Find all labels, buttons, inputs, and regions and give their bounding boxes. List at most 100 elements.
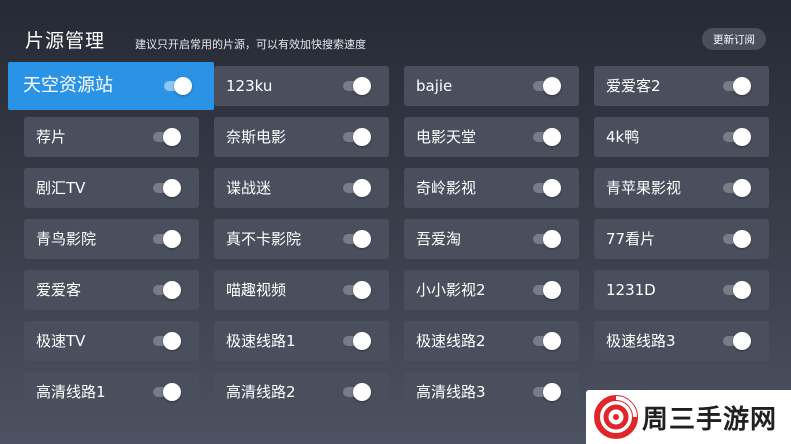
source-item-selected[interactable]: 天空资源站 bbox=[8, 62, 214, 110]
source-toggle[interactable] bbox=[721, 77, 751, 95]
source-toggle[interactable] bbox=[531, 179, 561, 197]
source-item[interactable]: 极速线路3 bbox=[594, 321, 769, 361]
source-item[interactable]: 77看片 bbox=[594, 219, 769, 259]
toggle-knob bbox=[163, 230, 181, 248]
toggle-knob bbox=[733, 332, 751, 350]
source-toggle[interactable] bbox=[151, 332, 181, 350]
source-item[interactable]: 爱爱客 bbox=[24, 270, 199, 310]
source-label: 1231D bbox=[606, 281, 656, 299]
source-toggle[interactable] bbox=[151, 230, 181, 248]
toggle-knob bbox=[163, 383, 181, 401]
source-grid: 天空资源站 123ku bajie 爱爱客2 荐片 奈斯电影 电影天堂 4k鸭剧汇TV 谍战迷 奇… bbox=[0, 0, 791, 444]
source-toggle[interactable] bbox=[721, 179, 751, 197]
watermark-text: 周三手游网 bbox=[642, 405, 778, 435]
source-item[interactable]: 奈斯电影 bbox=[214, 117, 389, 157]
source-item[interactable]: bajie bbox=[404, 66, 579, 106]
source-label: 高清线路1 bbox=[36, 383, 106, 401]
toggle-knob bbox=[163, 128, 181, 146]
toggle-knob bbox=[174, 77, 192, 95]
source-item[interactable]: 吾爱淘 bbox=[404, 219, 579, 259]
source-toggle[interactable] bbox=[151, 383, 181, 401]
toggle-knob bbox=[353, 332, 371, 350]
source-toggle[interactable] bbox=[341, 230, 371, 248]
source-item[interactable]: 真不卡影院 bbox=[214, 219, 389, 259]
source-item[interactable]: 剧汇TV bbox=[24, 168, 199, 208]
toggle-knob bbox=[353, 383, 371, 401]
source-item[interactable]: 电影天堂 bbox=[404, 117, 579, 157]
source-label: 极速TV bbox=[36, 332, 86, 350]
watermark-logo-icon bbox=[594, 395, 638, 439]
source-item[interactable]: 高清线路2 bbox=[214, 372, 389, 412]
toggle-knob bbox=[543, 383, 561, 401]
toggle-knob bbox=[353, 128, 371, 146]
source-item[interactable]: 荐片 bbox=[24, 117, 199, 157]
watermark: 周三手游网 bbox=[586, 390, 791, 444]
toggle-knob bbox=[733, 77, 751, 95]
toggle-knob bbox=[163, 332, 181, 350]
source-label: 77看片 bbox=[606, 230, 656, 248]
toggle-knob bbox=[353, 281, 371, 299]
source-toggle[interactable] bbox=[721, 332, 751, 350]
source-toggle[interactable] bbox=[531, 281, 561, 299]
source-label: 荐片 bbox=[36, 128, 67, 146]
source-toggle[interactable] bbox=[341, 128, 371, 146]
source-item[interactable]: 极速线路1 bbox=[214, 321, 389, 361]
source-item[interactable]: 极速线路2 bbox=[404, 321, 579, 361]
toggle-knob bbox=[353, 179, 371, 197]
source-item[interactable]: 123ku bbox=[214, 66, 389, 106]
source-toggle[interactable] bbox=[341, 179, 371, 197]
source-item[interactable]: 1231D bbox=[594, 270, 769, 310]
source-toggle[interactable] bbox=[531, 332, 561, 350]
source-item[interactable]: 极速TV bbox=[24, 321, 199, 361]
toggle-knob bbox=[353, 77, 371, 95]
source-label: 青苹果影视 bbox=[606, 179, 682, 197]
source-item[interactable]: 谍战迷 bbox=[214, 168, 389, 208]
source-label: 高清线路3 bbox=[416, 383, 486, 401]
source-toggle[interactable] bbox=[341, 281, 371, 299]
source-toggle[interactable] bbox=[151, 281, 181, 299]
source-label: 青鸟影院 bbox=[36, 230, 97, 248]
source-label: 谍战迷 bbox=[226, 179, 272, 197]
toggle-knob bbox=[543, 77, 561, 95]
source-label: 极速线路2 bbox=[416, 332, 486, 350]
source-item[interactable]: 奇岭影视 bbox=[404, 168, 579, 208]
toggle-knob bbox=[733, 179, 751, 197]
source-toggle[interactable] bbox=[531, 230, 561, 248]
source-label: bajie bbox=[416, 77, 453, 95]
source-toggle[interactable] bbox=[721, 128, 751, 146]
source-toggle[interactable] bbox=[341, 383, 371, 401]
source-label: 吾爱淘 bbox=[416, 230, 462, 248]
toggle-knob bbox=[163, 179, 181, 197]
source-label: 爱爱客2 bbox=[606, 77, 661, 95]
source-toggle[interactable] bbox=[151, 179, 181, 197]
source-label: 剧汇TV bbox=[36, 179, 86, 197]
toggle-knob bbox=[543, 128, 561, 146]
source-label: 极速线路3 bbox=[606, 332, 676, 350]
source-toggle[interactable] bbox=[341, 332, 371, 350]
source-toggle[interactable] bbox=[531, 77, 561, 95]
source-item[interactable]: 高清线路3 bbox=[404, 372, 579, 412]
source-toggle[interactable] bbox=[162, 77, 192, 95]
source-item[interactable]: 爱爱客2 bbox=[594, 66, 769, 106]
source-item[interactable]: 青苹果影视 bbox=[594, 168, 769, 208]
source-label: 小小影视2 bbox=[416, 281, 486, 299]
source-item[interactable]: 高清线路1 bbox=[24, 372, 199, 412]
source-label: 高清线路2 bbox=[226, 383, 296, 401]
source-toggle[interactable] bbox=[151, 128, 181, 146]
source-toggle[interactable] bbox=[721, 281, 751, 299]
toggle-knob bbox=[733, 281, 751, 299]
source-label: 奈斯电影 bbox=[226, 128, 287, 146]
source-item[interactable]: 青鸟影院 bbox=[24, 219, 199, 259]
toggle-knob bbox=[543, 281, 561, 299]
source-label: 爱爱客 bbox=[36, 281, 82, 299]
source-toggle[interactable] bbox=[531, 383, 561, 401]
source-toggle[interactable] bbox=[721, 230, 751, 248]
source-toggle[interactable] bbox=[341, 77, 371, 95]
toggle-knob bbox=[163, 281, 181, 299]
source-toggle[interactable] bbox=[531, 128, 561, 146]
source-item[interactable]: 4k鸭 bbox=[594, 117, 769, 157]
source-item[interactable]: 喵趣视频 bbox=[214, 270, 389, 310]
source-label: 真不卡影院 bbox=[226, 230, 302, 248]
source-label: 123ku bbox=[226, 77, 273, 95]
source-item[interactable]: 小小影视2 bbox=[404, 270, 579, 310]
